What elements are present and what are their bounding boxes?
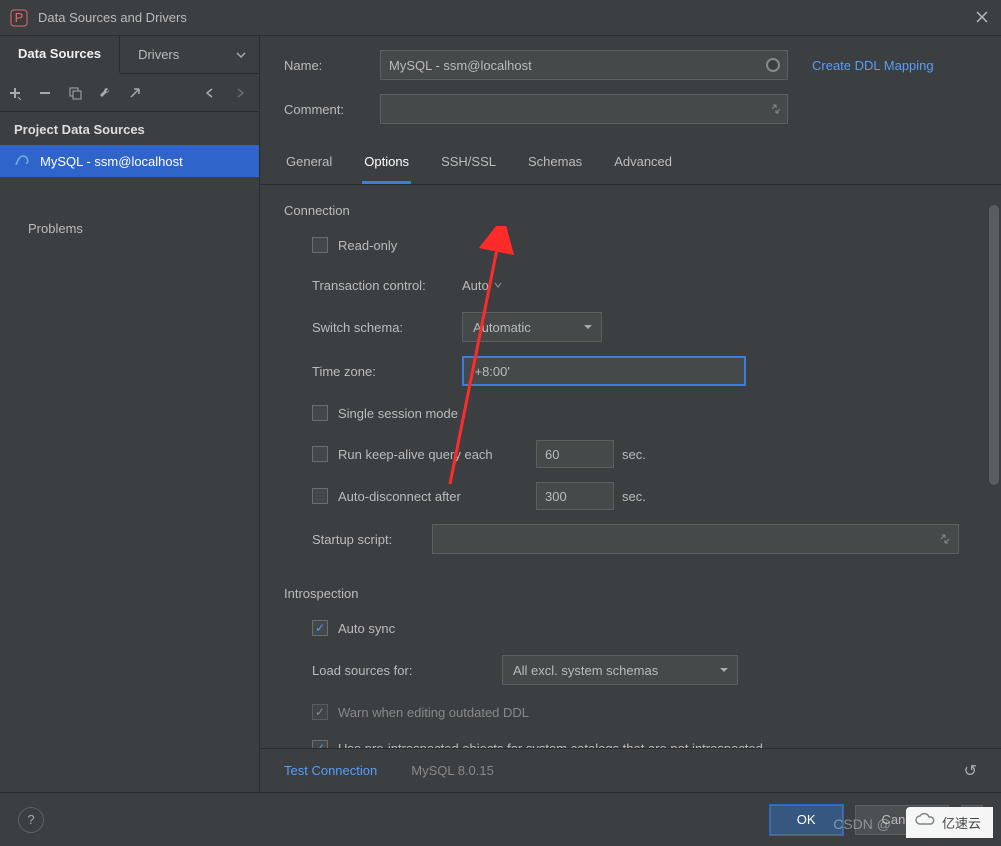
name-input[interactable] [380,50,788,80]
comment-input[interactable] [380,94,788,124]
keepalive-unit: sec. [622,447,646,462]
keepalive-label: Run keep-alive query each [338,447,536,462]
tab-schemas[interactable]: Schemas [526,146,584,184]
readonly-label: Read-only [338,238,397,253]
tab-options-label: Options [364,154,409,169]
form-top: Name: Create DDL Mapping Comment: [260,36,1001,140]
left-toolbar [0,74,259,112]
problems-item[interactable]: Problems [0,207,259,250]
caret-down-icon [719,665,729,675]
transaction-control-select[interactable]: Auto [462,278,503,293]
autodisconnect-checkbox[interactable] [312,488,328,504]
add-icon[interactable] [8,86,26,100]
expand-icon[interactable] [939,533,951,545]
introspection-header: Introspection [284,586,977,601]
load-sources-label: Load sources for: [312,663,502,678]
keepalive-checkbox[interactable] [312,446,328,462]
tab-sshssl-label: SSH/SSL [441,154,496,169]
warn-ddl-label: Warn when editing outdated DDL [338,705,529,720]
apply-button[interactable] [961,805,983,835]
startup-script-input[interactable] [432,524,959,554]
tab-schemas-label: Schemas [528,154,582,169]
transaction-control-label: Transaction control: [312,278,462,293]
single-session-label: Single session mode [338,406,458,421]
load-sources-value: All excl. system schemas [513,663,658,678]
back-icon[interactable] [203,86,221,100]
section-header-project: Project Data Sources [0,112,259,145]
tab-drivers[interactable]: Drivers [120,36,197,74]
load-sources-select[interactable]: All excl. system schemas [502,655,738,685]
expand-icon[interactable] [770,103,782,115]
transaction-control-value: Auto [462,278,489,293]
single-session-checkbox[interactable] [312,405,328,421]
autodisconnect-unit: sec. [622,489,646,504]
left-panel: Data Sources Drivers Project Data Source… [0,36,260,792]
name-label: Name: [284,58,380,73]
timezone-input[interactable] [462,356,746,386]
ok-button-label: OK [797,812,816,827]
datasource-label: MySQL - ssm@localhost [40,154,183,169]
test-connection-link[interactable]: Test Connection [284,763,377,778]
remove-icon[interactable] [38,86,56,100]
cancel-button-label: Cancel [882,812,922,827]
tab-options[interactable]: Options [362,146,411,184]
tab-data-sources-label: Data Sources [18,46,101,61]
problems-label: Problems [28,221,83,236]
scrollbar[interactable] [989,205,999,485]
button-bar: ? OK Cancel [0,792,1001,846]
app-icon: P [10,9,28,27]
close-icon[interactable] [975,10,991,26]
connection-header: Connection [284,203,977,218]
switch-schema-select[interactable]: Automatic [462,312,602,342]
tab-drivers-label: Drivers [138,47,179,62]
warn-ddl-checkbox[interactable] [312,704,328,720]
readonly-checkbox[interactable] [312,237,328,253]
svg-text:P: P [15,10,24,25]
color-picker-icon[interactable] [766,58,780,72]
cancel-button[interactable]: Cancel [855,805,949,835]
driver-version: MySQL 8.0.15 [411,763,494,778]
tab-general-label: General [286,154,332,169]
switch-schema-value: Automatic [473,320,531,335]
comment-label: Comment: [284,102,380,117]
right-panel: Name: Create DDL Mapping Comment: Genera… [260,36,1001,792]
window-title: Data Sources and Drivers [38,10,975,25]
datasource-item[interactable]: MySQL - ssm@localhost [0,145,259,177]
tab-data-sources[interactable]: Data Sources [0,36,120,74]
preintro-label: Use pre-introspected objects for system … [338,741,763,749]
ok-button[interactable]: OK [770,805,843,835]
timezone-label: Time zone: [312,364,462,379]
switch-schema-label: Switch schema: [312,320,462,335]
section-header-label: Project Data Sources [14,122,145,137]
titlebar: P Data Sources and Drivers [0,0,1001,36]
settings-tabs: General Options SSH/SSL Schemas Advanced [260,140,1001,185]
copy-icon[interactable] [68,86,86,100]
help-icon[interactable]: ? [18,807,44,833]
autosync-checkbox[interactable] [312,620,328,636]
tab-advanced-label: Advanced [614,154,672,169]
create-ddl-mapping-link[interactable]: Create DDL Mapping [812,58,934,73]
tab-advanced[interactable]: Advanced [612,146,674,184]
tab-sshssl[interactable]: SSH/SSL [439,146,498,184]
footer-test: Test Connection MySQL 8.0.15 ↺ [260,748,1001,792]
chevron-down-icon[interactable] [223,49,259,61]
left-tabs: Data Sources Drivers [0,36,259,74]
tab-general[interactable]: General [284,146,334,184]
forward-icon[interactable] [233,86,251,100]
options-scroll: Connection Read-only Transaction control… [260,185,1001,748]
autosync-label: Auto sync [338,621,395,636]
wrench-icon[interactable] [98,86,116,100]
reset-icon[interactable]: ↺ [964,761,977,781]
autodisconnect-label: Auto-disconnect after [338,489,536,504]
startup-script-label: Startup script: [312,532,432,547]
preintro-checkbox[interactable] [312,740,328,748]
caret-down-icon [583,322,593,332]
keepalive-input[interactable] [536,440,614,468]
mysql-icon [14,153,30,169]
autodisconnect-input[interactable] [536,482,614,510]
goto-icon[interactable] [128,86,146,100]
